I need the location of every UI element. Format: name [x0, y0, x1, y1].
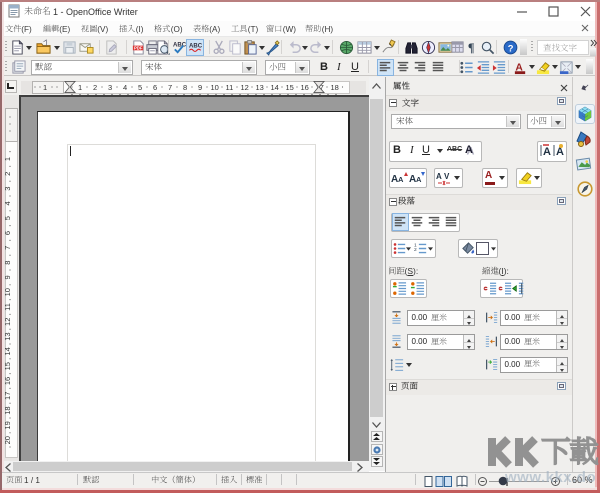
svg-text:5: 5 — [3, 216, 12, 220]
svg-text:A: A — [416, 175, 422, 184]
svg-text:12: 12 — [241, 83, 249, 92]
svg-text:1: 1 — [78, 83, 82, 92]
svg-text:7: 7 — [3, 246, 12, 250]
svg-text:V: V — [444, 172, 450, 181]
svg-text:9: 9 — [198, 83, 202, 92]
svg-text:18: 18 — [331, 83, 339, 92]
svg-text:8: 8 — [3, 261, 12, 265]
svg-text:3: 3 — [108, 83, 112, 92]
svg-text:6: 6 — [153, 83, 157, 92]
svg-text:1: 1 — [3, 157, 12, 161]
svg-text:15: 15 — [3, 362, 12, 370]
svg-text:19: 19 — [3, 421, 12, 429]
svg-text:7: 7 — [168, 83, 172, 92]
svg-text:5: 5 — [138, 83, 142, 92]
svg-text:14: 14 — [3, 347, 12, 355]
svg-text:6: 6 — [3, 231, 12, 235]
svg-text:A: A — [436, 172, 442, 181]
svg-text:A: A — [556, 146, 564, 158]
svg-text:1: 1 — [43, 83, 47, 92]
svg-text:2: 2 — [414, 247, 417, 253]
svg-text:10: 10 — [3, 288, 12, 296]
svg-text:2: 2 — [3, 172, 12, 176]
svg-text:9: 9 — [3, 275, 12, 279]
svg-text:20: 20 — [3, 436, 12, 444]
svg-text:4: 4 — [123, 83, 127, 92]
svg-text:2: 2 — [93, 83, 97, 92]
svg-text:16: 16 — [301, 83, 309, 92]
svg-text:12: 12 — [3, 318, 12, 326]
svg-text:13: 13 — [256, 83, 264, 92]
svg-text:18: 18 — [3, 406, 12, 414]
svg-text:11: 11 — [3, 303, 12, 311]
svg-text:16: 16 — [3, 377, 12, 385]
svg-text:?: ? — [508, 43, 514, 53]
svg-text:PDF: PDF — [134, 46, 143, 51]
svg-text:17: 17 — [3, 392, 12, 400]
svg-text:A: A — [398, 175, 404, 184]
svg-text:13: 13 — [3, 332, 12, 340]
svg-text:ABC: ABC — [188, 43, 202, 50]
svg-text:A: A — [543, 146, 551, 158]
svg-text:15: 15 — [286, 83, 294, 92]
svg-text:11: 11 — [226, 83, 234, 92]
svg-text:14: 14 — [271, 83, 279, 92]
svg-text:ABC: ABC — [173, 42, 187, 49]
svg-text:¶: ¶ — [468, 41, 475, 55]
svg-text:3: 3 — [3, 187, 12, 191]
svg-text:4: 4 — [3, 201, 12, 205]
svg-text:8: 8 — [183, 83, 187, 92]
svg-text:10: 10 — [211, 83, 219, 92]
